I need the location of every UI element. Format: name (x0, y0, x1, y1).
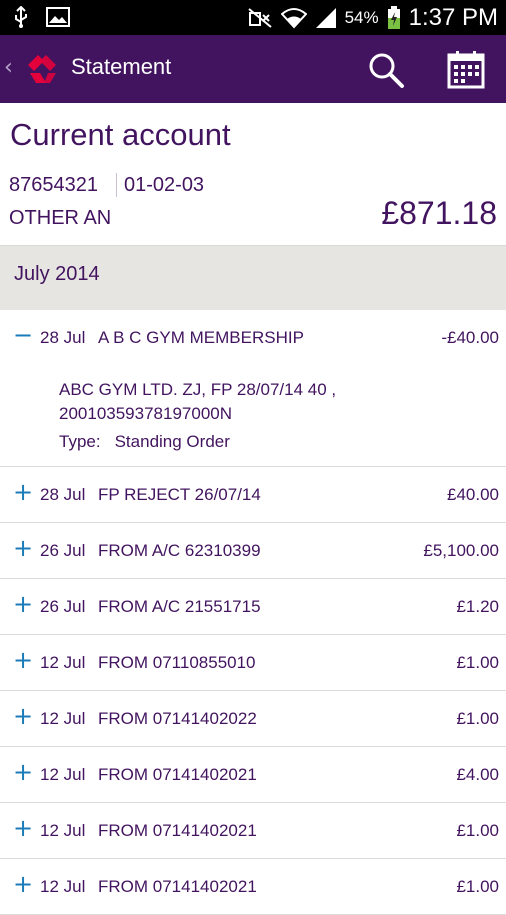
transaction-description: FROM 07141402022 (98, 709, 257, 728)
transaction-date: 12 Jul (40, 765, 86, 784)
expand-icon[interactable]: + (13, 816, 33, 840)
transaction-row[interactable]: + 26 Jul FROM A/C 21551715 £1.20 (0, 579, 506, 635)
expand-icon[interactable]: + (13, 760, 33, 784)
transaction-amount: £5,100.00 (423, 541, 499, 560)
account-number: 87654321 (9, 174, 98, 196)
usb-icon (15, 6, 27, 28)
account-balance: £871.18 (381, 195, 497, 231)
app-bar: ‹ Statement (0, 35, 506, 103)
image-icon (46, 7, 70, 27)
transaction-description: FROM 07141402021 (98, 765, 257, 784)
transaction-detail-line: ABC GYM LTD. ZJ, FP 28/07/14 40 , (59, 380, 337, 399)
clock: 1:37 PM (408, 3, 498, 31)
transaction-row[interactable]: + 12 Jul FROM 07110855010 £1.00 (0, 635, 506, 691)
account-holder-name: OTHER AN (9, 207, 112, 229)
transaction-date: 28 Jul (40, 328, 86, 347)
transaction-description: FP REJECT 26/07/14 (98, 485, 261, 504)
transaction-row[interactable]: + 12 Jul FROM 07141402021 £4.00 (0, 747, 506, 803)
transaction-row[interactable]: + 26 Jul FROM A/C 62310399 £5,100.00 (0, 523, 506, 579)
transaction-description: FROM 07141402021 (98, 821, 257, 840)
bank-logo-icon[interactable] (24, 51, 60, 87)
transaction-row[interactable]: + 12 Jul FROM 07141402021 £1.00 (0, 859, 506, 915)
status-bar: 54% 1:37 PM (0, 0, 506, 35)
transaction-row[interactable]: + 12 Jul FROM 07141402021 £1.00 (0, 803, 506, 859)
transaction-description: FROM A/C 21551715 (98, 597, 261, 616)
transaction-date: 12 Jul (40, 709, 86, 728)
expand-icon[interactable]: + (13, 648, 33, 672)
transaction-description: A B C GYM MEMBERSHIP (98, 328, 304, 347)
expand-icon[interactable]: + (13, 480, 33, 504)
wifi-icon (280, 7, 307, 28)
collapse-icon[interactable]: − (13, 323, 33, 347)
transaction-amount: £1.00 (456, 821, 499, 840)
account-summary: Current account 87654321 01-02-03 OTHER … (0, 103, 506, 246)
transaction-amount: £1.00 (456, 653, 499, 672)
transaction-amount: £1.00 (456, 709, 499, 728)
transaction-description: FROM 07141402021 (98, 877, 257, 896)
transaction-type-label: Type: (59, 432, 101, 451)
transaction-row[interactable]: + 28 Jul FP REJECT 26/07/14 £40.00 (0, 467, 506, 523)
transaction-date: 26 Jul (40, 541, 86, 560)
calendar-icon[interactable] (444, 49, 490, 91)
transaction-date: 26 Jul (40, 597, 86, 616)
signal-icon (315, 7, 336, 28)
month-header: July 2014 (0, 246, 506, 310)
transaction-type: Type: Standing Order (59, 432, 230, 452)
transaction-date: 12 Jul (40, 821, 86, 840)
transaction-row[interactable]: + 12 Jul FROM 07141402022 £1.00 (0, 691, 506, 747)
transaction-list: − 28 Jul A B C GYM MEMBERSHIP -£40.00 AB… (0, 310, 506, 915)
account-title: Current account (10, 117, 231, 152)
back-chevron-icon[interactable]: ‹ (4, 55, 13, 80)
battery-percentage: 54% (344, 7, 379, 27)
transaction-row[interactable]: − 28 Jul A B C GYM MEMBERSHIP -£40.00 AB… (0, 310, 506, 467)
transaction-type-value: Standing Order (114, 432, 230, 451)
expand-icon[interactable]: + (13, 536, 33, 560)
transaction-details: ABC GYM LTD. ZJ, FP 28/07/14 40 , 200103… (59, 378, 336, 426)
expand-icon[interactable]: + (13, 872, 33, 896)
month-label: July 2014 (14, 263, 100, 285)
transaction-detail-line: 20010359378197000N (59, 404, 233, 423)
transaction-amount: £1.00 (456, 877, 499, 896)
transaction-date: 12 Jul (40, 877, 86, 896)
transaction-date: 28 Jul (40, 485, 86, 504)
transaction-amount: -£40.00 (441, 328, 499, 347)
transaction-description: FROM A/C 62310399 (98, 541, 261, 560)
transaction-amount: £1.20 (456, 597, 499, 616)
transaction-description: FROM 07110855010 (98, 653, 256, 672)
expand-icon[interactable]: + (13, 704, 33, 728)
search-icon[interactable] (364, 49, 410, 91)
transaction-amount: £40.00 (447, 485, 499, 504)
mute-icon (247, 7, 272, 28)
sort-code: 01-02-03 (124, 174, 205, 196)
app-title: Statement (71, 54, 172, 79)
expand-icon[interactable]: + (13, 592, 33, 616)
transaction-date: 12 Jul (40, 653, 86, 672)
account-divider (116, 173, 117, 197)
battery-charging-icon (387, 5, 400, 29)
transaction-amount: £4.00 (456, 765, 499, 784)
